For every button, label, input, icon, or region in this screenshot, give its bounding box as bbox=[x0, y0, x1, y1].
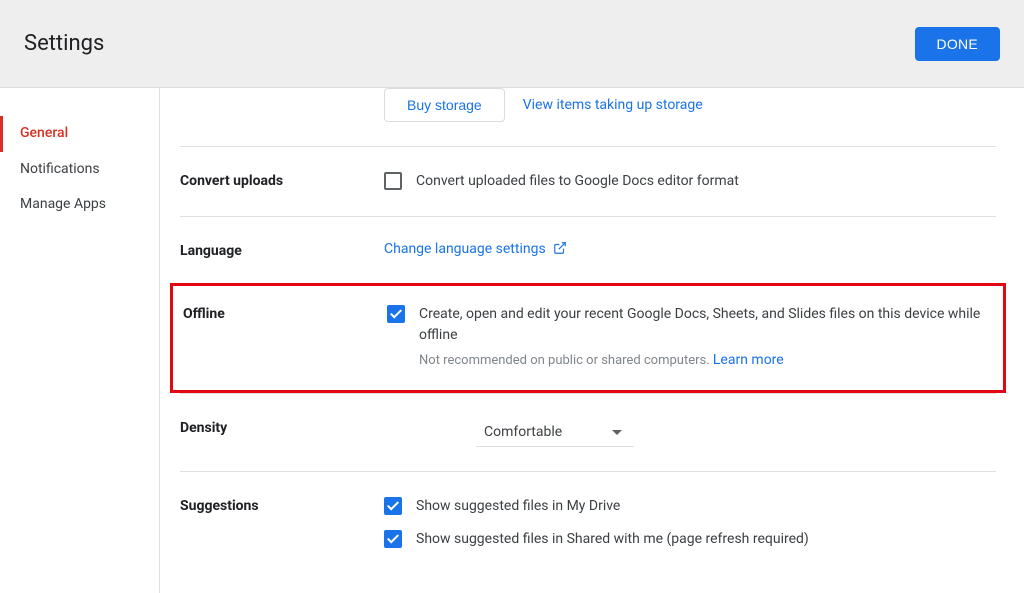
convert-label: Convert uploads bbox=[180, 171, 384, 192]
offline-subtext: Not recommended on public or shared comp… bbox=[419, 352, 993, 368]
suggestion-mydrive-checkbox[interactable] bbox=[384, 497, 402, 515]
sidebar-item-manage-apps[interactable]: Manage Apps bbox=[0, 187, 159, 223]
offline-label: Offline bbox=[183, 304, 387, 368]
settings-header: Settings DONE bbox=[0, 0, 1024, 88]
convert-checkbox-label: Convert uploaded files to Google Docs ed… bbox=[416, 171, 739, 192]
convert-checkbox[interactable] bbox=[384, 172, 402, 190]
buy-storage-button[interactable]: Buy storage bbox=[384, 88, 505, 122]
content-area: Buy storage View items taking up storage… bbox=[160, 88, 1024, 593]
settings-body: General Notifications Manage Apps Buy st… bbox=[0, 88, 1024, 593]
density-label: Density bbox=[180, 418, 384, 447]
offline-checkbox[interactable] bbox=[387, 305, 405, 323]
convert-uploads-section: Convert uploads Convert uploaded files t… bbox=[180, 146, 996, 216]
suggestions-label: Suggestions bbox=[180, 496, 384, 550]
offline-highlight: Offline Create, open and edit your recen… bbox=[170, 283, 1006, 393]
offline-subtext-text: Not recommended on public or shared comp… bbox=[419, 353, 710, 368]
suggestion-shared-label: Show suggested files in Shared with me (… bbox=[416, 529, 809, 550]
suggestion-shared-checkbox[interactable] bbox=[384, 530, 402, 548]
sidebar: General Notifications Manage Apps bbox=[0, 88, 160, 593]
external-link-icon bbox=[553, 241, 567, 259]
storage-section: Buy storage View items taking up storage bbox=[160, 88, 996, 146]
suggestions-section: Suggestions Show suggested files in My D… bbox=[180, 471, 996, 574]
page-title: Settings bbox=[24, 31, 104, 56]
suggestion-mydrive-label: Show suggested files in My Drive bbox=[416, 496, 620, 517]
change-language-link[interactable]: Change language settings bbox=[384, 241, 567, 257]
chevron-down-icon bbox=[612, 430, 622, 435]
language-section: Language Change language settings bbox=[180, 216, 996, 283]
density-section: Density Comfortable bbox=[180, 393, 996, 471]
language-label: Language bbox=[180, 241, 384, 259]
offline-checkbox-label: Create, open and edit your recent Google… bbox=[419, 304, 993, 346]
done-button[interactable]: DONE bbox=[915, 27, 1000, 61]
density-value: Comfortable bbox=[484, 424, 562, 440]
change-language-text: Change language settings bbox=[384, 241, 546, 257]
view-storage-link[interactable]: View items taking up storage bbox=[523, 97, 703, 113]
offline-learn-more-link[interactable]: Learn more bbox=[713, 352, 784, 368]
offline-section: Offline Create, open and edit your recen… bbox=[183, 304, 993, 368]
sidebar-item-general[interactable]: General bbox=[0, 116, 159, 152]
density-dropdown[interactable]: Comfortable bbox=[476, 418, 634, 447]
sidebar-item-notifications[interactable]: Notifications bbox=[0, 152, 159, 188]
